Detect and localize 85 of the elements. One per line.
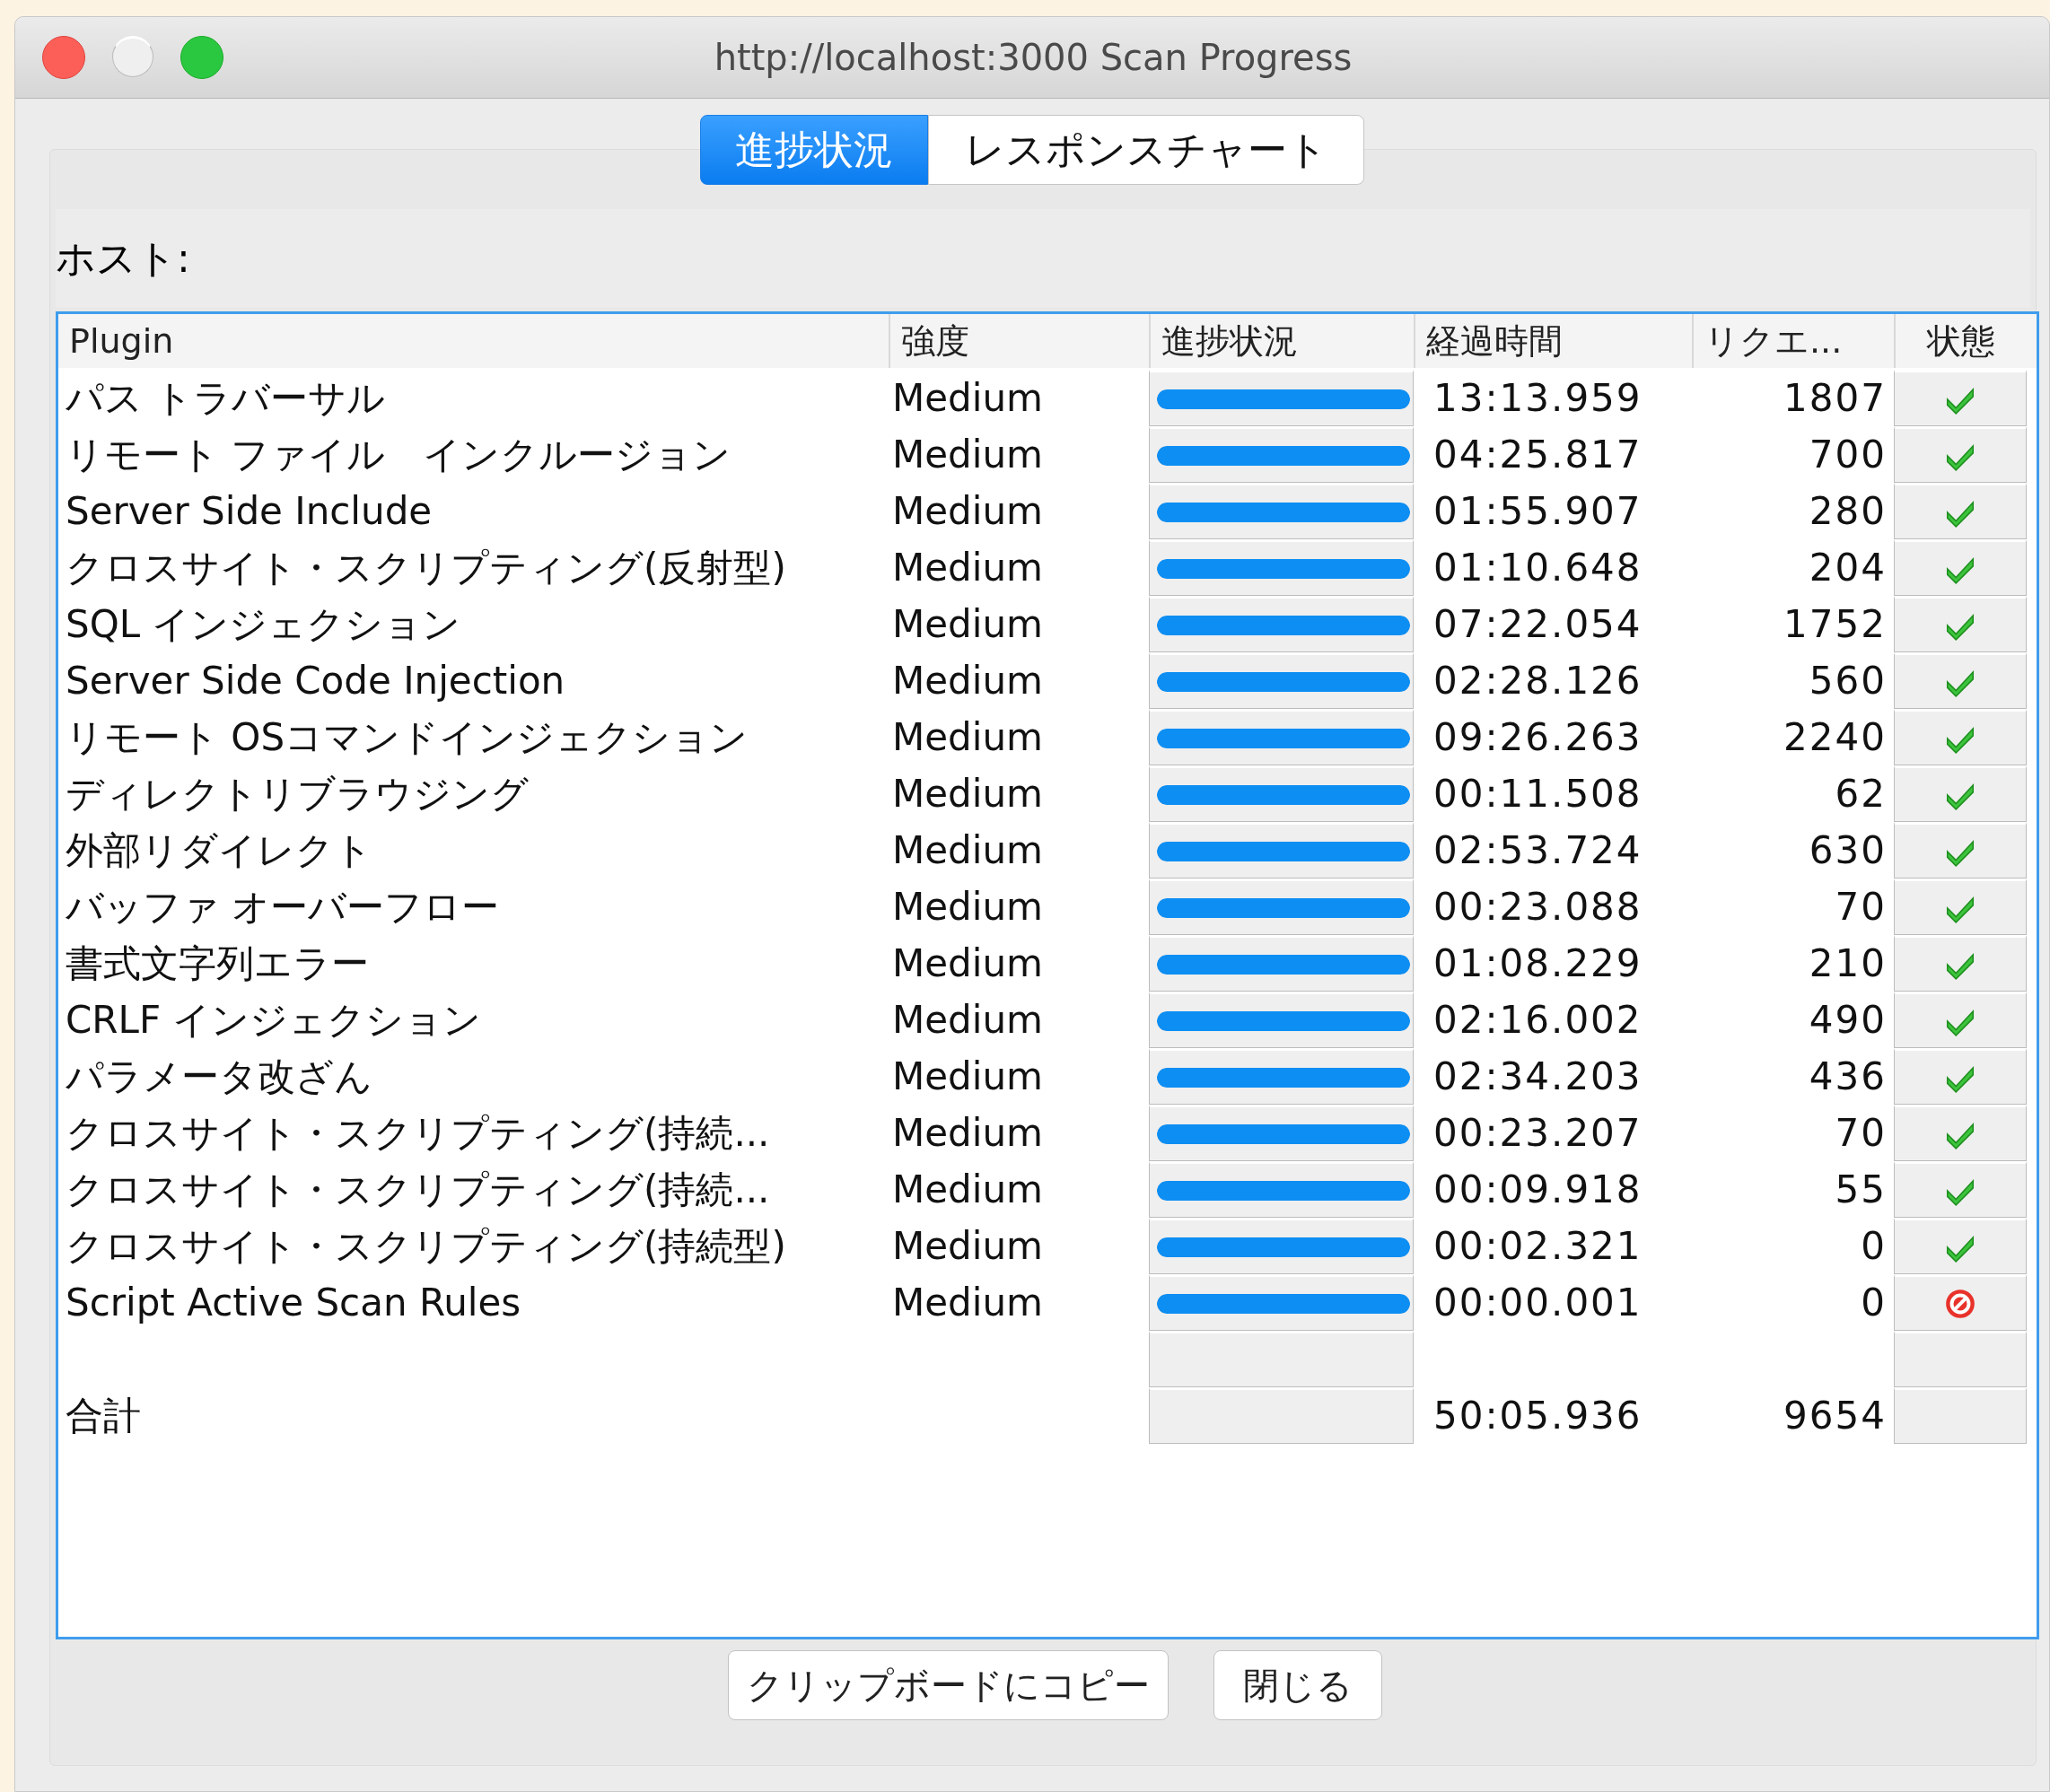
table-cell-text: Medium xyxy=(891,488,1044,535)
table-cell-text: 01:08.229 xyxy=(1432,940,1643,987)
table-cell-text: 0 xyxy=(1860,1223,1888,1270)
table-cell-text: リモート OSコマンドインジェクション xyxy=(65,713,749,761)
table-cell-text: 2240 xyxy=(1783,714,1888,761)
column-header[interactable]: 経過時間 xyxy=(1414,314,1692,368)
table-cell-text: Server Side Code Injection xyxy=(65,658,566,704)
table-cell-text: 560 xyxy=(1808,658,1888,704)
table-cell-text: Medium xyxy=(891,601,1044,648)
table-cell-text: 50:05.936 xyxy=(1432,1393,1643,1439)
column-header[interactable]: 進捗状況 xyxy=(1149,314,1414,368)
table-cell-text: Medium xyxy=(891,1110,1044,1157)
table-cell-text: Medium xyxy=(891,1280,1044,1326)
table-cell-text: パラメータ改ざん xyxy=(65,1053,373,1100)
table-cell-text: パス トラバーサル xyxy=(65,374,387,422)
table-cell-text: Medium xyxy=(891,1167,1044,1213)
table-cell-text: Medium xyxy=(891,884,1044,931)
table-cell-text: Medium xyxy=(891,545,1044,591)
table-cell-text: Medium xyxy=(891,1223,1044,1270)
table-cell-text: 700 xyxy=(1808,432,1888,478)
table-cell-text: Medium xyxy=(891,375,1044,422)
table-cell-text: 外部リダイレクト xyxy=(65,826,373,874)
table-cell-text: 00:23.088 xyxy=(1432,884,1643,931)
table-cell-text: 1752 xyxy=(1783,601,1888,648)
table-cell-text: Server Side Include xyxy=(65,488,434,535)
table-cell-text: 436 xyxy=(1808,1053,1888,1100)
table-cell-text: Medium xyxy=(891,940,1044,987)
table-cell-text: リモート ファイル インクルージョン xyxy=(65,431,732,478)
dialog-button[interactable]: クリップボードにコピー xyxy=(727,1650,1169,1720)
table-cell-text: 1807 xyxy=(1783,375,1888,422)
table-cell-text: Medium xyxy=(891,771,1044,817)
column-header[interactable]: 状態 xyxy=(1894,314,2027,368)
tab[interactable]: レスポンスチャート xyxy=(928,115,1364,185)
table-cell-text: クロスサイト・スクリプティング(持続... xyxy=(65,1109,771,1157)
table-cell-text: 01:10.648 xyxy=(1432,545,1643,591)
column-header[interactable]: 強度 xyxy=(889,314,1149,368)
table-cell-text: SQL インジェクション xyxy=(65,600,462,648)
table-cell-text: 書式文字列エラー xyxy=(65,940,370,987)
table-cell-text: 01:55.907 xyxy=(1432,488,1643,535)
table-cell-text: 02:16.002 xyxy=(1432,997,1643,1044)
column-header[interactable]: Plugin xyxy=(58,314,889,368)
table-cell-text: 280 xyxy=(1808,488,1888,535)
table-cell-text: 02:53.724 xyxy=(1432,827,1643,874)
table-cell-text: クロスサイト・スクリプティング(持続... xyxy=(65,1166,771,1213)
dialog-button[interactable]: 閉じる xyxy=(1213,1650,1382,1720)
table-cell-text: 04:25.817 xyxy=(1432,432,1643,478)
table-cell-text: 00:09.918 xyxy=(1432,1167,1643,1213)
total-label: 合計 xyxy=(65,1392,142,1439)
zoom-button[interactable] xyxy=(180,36,223,79)
table-cell-text: Medium xyxy=(891,714,1044,761)
table-cell-text: Medium xyxy=(891,658,1044,704)
window-title: http://localhost:3000 Scan Progress xyxy=(713,37,1354,78)
close-button[interactable] xyxy=(42,36,85,79)
table-cell-text: 70 xyxy=(1834,884,1888,931)
table-cell-text: 00:00.001 xyxy=(1432,1280,1643,1326)
table-cell-text: 204 xyxy=(1808,545,1888,591)
table-cell-text: 62 xyxy=(1834,771,1888,817)
table-cell-text: 9654 xyxy=(1783,1393,1888,1439)
table-cell-text: 210 xyxy=(1808,940,1888,987)
table-cell-text: クロスサイト・スクリプティング(持続型) xyxy=(65,1222,787,1270)
minimize-button[interactable] xyxy=(112,36,153,77)
table-cell-text: Medium xyxy=(891,997,1044,1044)
table-cell-text: 07:22.054 xyxy=(1432,601,1643,648)
table-cell-text: Medium xyxy=(891,1053,1044,1100)
table-cell-text: Medium xyxy=(891,827,1044,874)
table-cell-text: 55 xyxy=(1834,1167,1888,1213)
table-cell-text: CRLF インジェクション xyxy=(65,996,483,1044)
column-header[interactable]: リクエ... xyxy=(1692,314,1894,368)
table-cell-text: クロスサイト・スクリプティング(反射型) xyxy=(65,544,787,591)
table-cell-text: 00:23.207 xyxy=(1432,1110,1643,1157)
table-cell-text: Script Active Scan Rules xyxy=(65,1280,522,1326)
table-cell-text: 09:26.263 xyxy=(1432,714,1643,761)
table-cell-text: 490 xyxy=(1808,997,1888,1044)
table-cell-text: ディレクトリブラウジング xyxy=(65,770,530,817)
table-cell-text: 0 xyxy=(1860,1280,1888,1326)
table-cell-text: 70 xyxy=(1834,1110,1888,1157)
table-cell-text: 02:28.126 xyxy=(1432,658,1643,704)
host-label: ホスト: xyxy=(56,209,2030,308)
table-cell-text: 13:13.959 xyxy=(1432,375,1643,422)
table-cell-text: バッファ オーバーフロー xyxy=(65,883,501,931)
table-cell-text: 00:11.508 xyxy=(1432,771,1643,817)
table-cell-text: 630 xyxy=(1808,827,1888,874)
table-cell-text: 02:34.203 xyxy=(1432,1053,1643,1100)
table-cell-text: Medium xyxy=(891,432,1044,478)
table-cell-text: 00:02.321 xyxy=(1432,1223,1643,1270)
